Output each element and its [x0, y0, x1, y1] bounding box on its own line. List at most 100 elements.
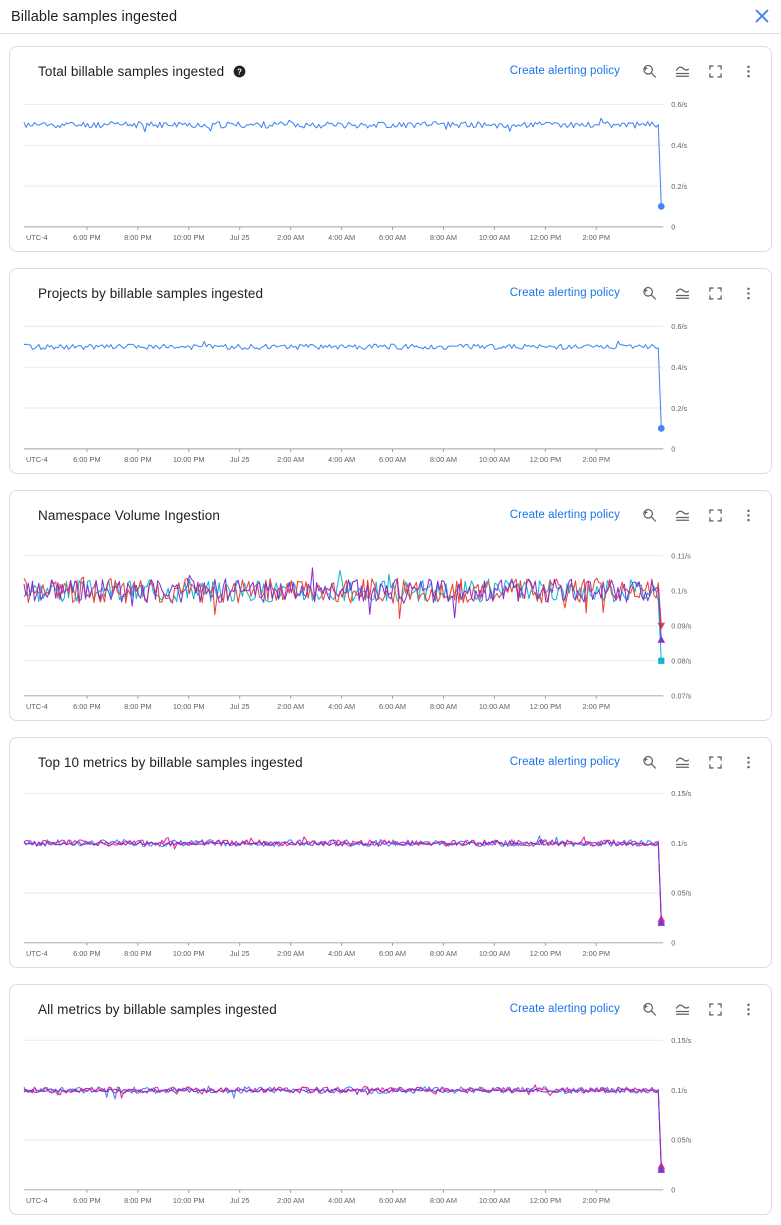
x-axis-tick-label: 10:00 PM — [173, 1196, 205, 1205]
y-axis-tick-label: 0.6/s — [671, 322, 687, 331]
more-options-icon[interactable] — [737, 282, 759, 304]
chart-title: Total billable samples ingested — [38, 64, 224, 79]
x-axis-tick-label: 4:00 AM — [328, 949, 355, 958]
chart-card-top-10-metrics-by-billable-samples-ingested: Top 10 metrics by billable samples inges… — [9, 737, 772, 968]
series-end-marker — [657, 636, 665, 643]
x-axis-tick-label: 2:00 PM — [583, 702, 610, 711]
y-axis-tick-label: 0 — [671, 1186, 675, 1195]
create-alerting-policy-link[interactable]: Create alerting policy — [510, 287, 620, 299]
y-axis-tick-label: 0.08/s — [671, 657, 691, 666]
x-axis-tick-label: 2:00 PM — [583, 455, 610, 464]
x-axis-tick-label: 10:00 PM — [173, 949, 205, 958]
x-axis-tick-label: 6:00 PM — [73, 455, 100, 464]
more-options-icon[interactable] — [737, 504, 759, 526]
chart-plot[interactable]: 0.6/s0.4/s0.2/s0UTC-46:00 PM8:00 PM10:00… — [10, 86, 771, 249]
create-alerting-policy-link[interactable]: Create alerting policy — [510, 1003, 620, 1015]
series-line — [24, 836, 661, 921]
help-icon[interactable]: ? — [233, 65, 246, 78]
legend-chart-icon[interactable] — [671, 60, 693, 82]
zoom-out-icon[interactable] — [638, 60, 660, 82]
chart-card-all-metrics-by-billable-samples-ingested: All metrics by billable samples ingested… — [9, 984, 772, 1215]
more-options-icon[interactable] — [737, 60, 759, 82]
dialog-body: Total billable samples ingested? Create a… — [0, 34, 781, 1225]
fullscreen-icon[interactable] — [704, 998, 726, 1020]
chart-plot[interactable]: 0.11/s0.1/s0.09/s0.08/s0.07/sUTC-46:00 P… — [10, 530, 771, 718]
x-axis-tick-label: 8:00 AM — [430, 949, 457, 958]
x-axis-tick-label: 2:00 AM — [277, 702, 304, 711]
x-axis-tick-label: 8:00 AM — [430, 1196, 457, 1205]
fullscreen-icon[interactable] — [704, 751, 726, 773]
y-axis-tick-label: 0 — [671, 939, 675, 948]
x-axis-tick-label: 12:00 PM — [530, 1196, 562, 1205]
create-alerting-policy-link[interactable]: Create alerting policy — [510, 756, 620, 768]
chart-plot[interactable]: 0.15/s0.1/s0.05/s0UTC-46:00 PM8:00 PM10:… — [10, 1024, 771, 1212]
x-axis-tick-label: 8:00 PM — [124, 1196, 151, 1205]
x-axis-tick-label: 2:00 AM — [277, 1196, 304, 1205]
zoom-out-icon[interactable] — [638, 998, 660, 1020]
x-axis-tick-label: 2:00 AM — [277, 949, 304, 958]
fullscreen-icon[interactable] — [704, 60, 726, 82]
x-axis-tick-label: 12:00 PM — [530, 233, 562, 242]
y-axis-tick-label: 0.6/s — [671, 100, 687, 109]
series-line — [24, 341, 661, 428]
x-axis-tick-label: 10:00 AM — [479, 949, 510, 958]
x-axis-tick-label: UTC-4 — [26, 949, 48, 958]
chart-plot-area[interactable]: 0.15/s0.1/s0.05/s0UTC-46:00 PM8:00 PM10:… — [10, 1024, 771, 1214]
chart-plot[interactable]: 0.15/s0.1/s0.05/s0UTC-46:00 PM8:00 PM10:… — [10, 777, 771, 965]
zoom-out-icon[interactable] — [638, 751, 660, 773]
legend-chart-icon[interactable] — [671, 282, 693, 304]
y-axis-tick-label: 0.2/s — [671, 404, 687, 413]
chart-plot-area[interactable]: 0.6/s0.4/s0.2/s0UTC-46:00 PM8:00 PM10:00… — [10, 86, 771, 251]
x-axis-tick-label: 6:00 AM — [379, 949, 406, 958]
chart-plot-area[interactable]: 0.6/s0.4/s0.2/s0UTC-46:00 PM8:00 PM10:00… — [10, 308, 771, 473]
x-axis-tick-label: 10:00 AM — [479, 702, 510, 711]
legend-chart-icon[interactable] — [671, 998, 693, 1020]
chart-plot-area[interactable]: 0.15/s0.1/s0.05/s0UTC-46:00 PM8:00 PM10:… — [10, 777, 771, 967]
x-axis-tick-label: 8:00 PM — [124, 233, 151, 242]
more-options-icon[interactable] — [737, 998, 759, 1020]
x-axis-tick-label: 2:00 AM — [277, 233, 304, 242]
legend-chart-icon[interactable] — [671, 751, 693, 773]
y-axis-tick-label: 0.1/s — [671, 1086, 687, 1095]
y-axis-tick-label: 0.09/s — [671, 622, 691, 631]
x-axis-tick-label: 12:00 PM — [530, 455, 562, 464]
legend-chart-icon[interactable] — [671, 504, 693, 526]
x-axis-tick-label: 10:00 AM — [479, 455, 510, 464]
chart-title: Top 10 metrics by billable samples inges… — [38, 755, 303, 770]
y-axis-tick-label: 0.2/s — [671, 182, 687, 191]
x-axis-tick-label: 8:00 PM — [124, 949, 151, 958]
y-axis-tick-label: 0.1/s — [671, 587, 687, 596]
more-options-icon[interactable] — [737, 751, 759, 773]
chart-plot-area[interactable]: 0.11/s0.1/s0.09/s0.08/s0.07/sUTC-46:00 P… — [10, 530, 771, 720]
create-alerting-policy-link[interactable]: Create alerting policy — [510, 509, 620, 521]
x-axis-tick-label: 6:00 AM — [379, 702, 406, 711]
fullscreen-icon[interactable] — [704, 504, 726, 526]
x-axis-tick-label: 8:00 AM — [430, 702, 457, 711]
y-axis-tick-label: 0 — [671, 223, 675, 232]
chart-card-namespace-volume-ingestion: Namespace Volume IngestionCreate alertin… — [9, 490, 772, 721]
y-axis-tick-label: 0.05/s — [671, 1136, 691, 1145]
x-axis-tick-label: 10:00 AM — [479, 233, 510, 242]
y-axis-tick-label: 0 — [671, 445, 675, 454]
chart-plot[interactable]: 0.6/s0.4/s0.2/s0UTC-46:00 PM8:00 PM10:00… — [10, 308, 771, 471]
x-axis-tick-label: 10:00 PM — [173, 233, 205, 242]
series-end-marker — [658, 425, 665, 432]
x-axis-tick-label: UTC-4 — [26, 455, 48, 464]
x-axis-tick-label: 8:00 AM — [430, 233, 457, 242]
x-axis-tick-label: Jul 25 — [230, 455, 250, 464]
fullscreen-icon[interactable] — [704, 282, 726, 304]
zoom-out-icon[interactable] — [638, 504, 660, 526]
zoom-out-icon[interactable] — [638, 282, 660, 304]
chart-card-header: Top 10 metrics by billable samples inges… — [10, 738, 771, 777]
chart-card-header: Total billable samples ingested? Create a… — [10, 47, 771, 86]
dialog-title: Billable samples ingested — [0, 9, 177, 25]
x-axis-tick-label: 2:00 PM — [583, 949, 610, 958]
create-alerting-policy-link[interactable]: Create alerting policy — [510, 65, 620, 77]
close-icon[interactable] — [750, 4, 774, 28]
x-axis-tick-label: Jul 25 — [230, 1196, 250, 1205]
chart-title: All metrics by billable samples ingested — [38, 1002, 277, 1017]
x-axis-tick-label: 6:00 AM — [379, 455, 406, 464]
x-axis-tick-label: 4:00 AM — [328, 455, 355, 464]
chart-title: Projects by billable samples ingested — [38, 286, 263, 301]
x-axis-tick-label: UTC-4 — [26, 1196, 48, 1205]
